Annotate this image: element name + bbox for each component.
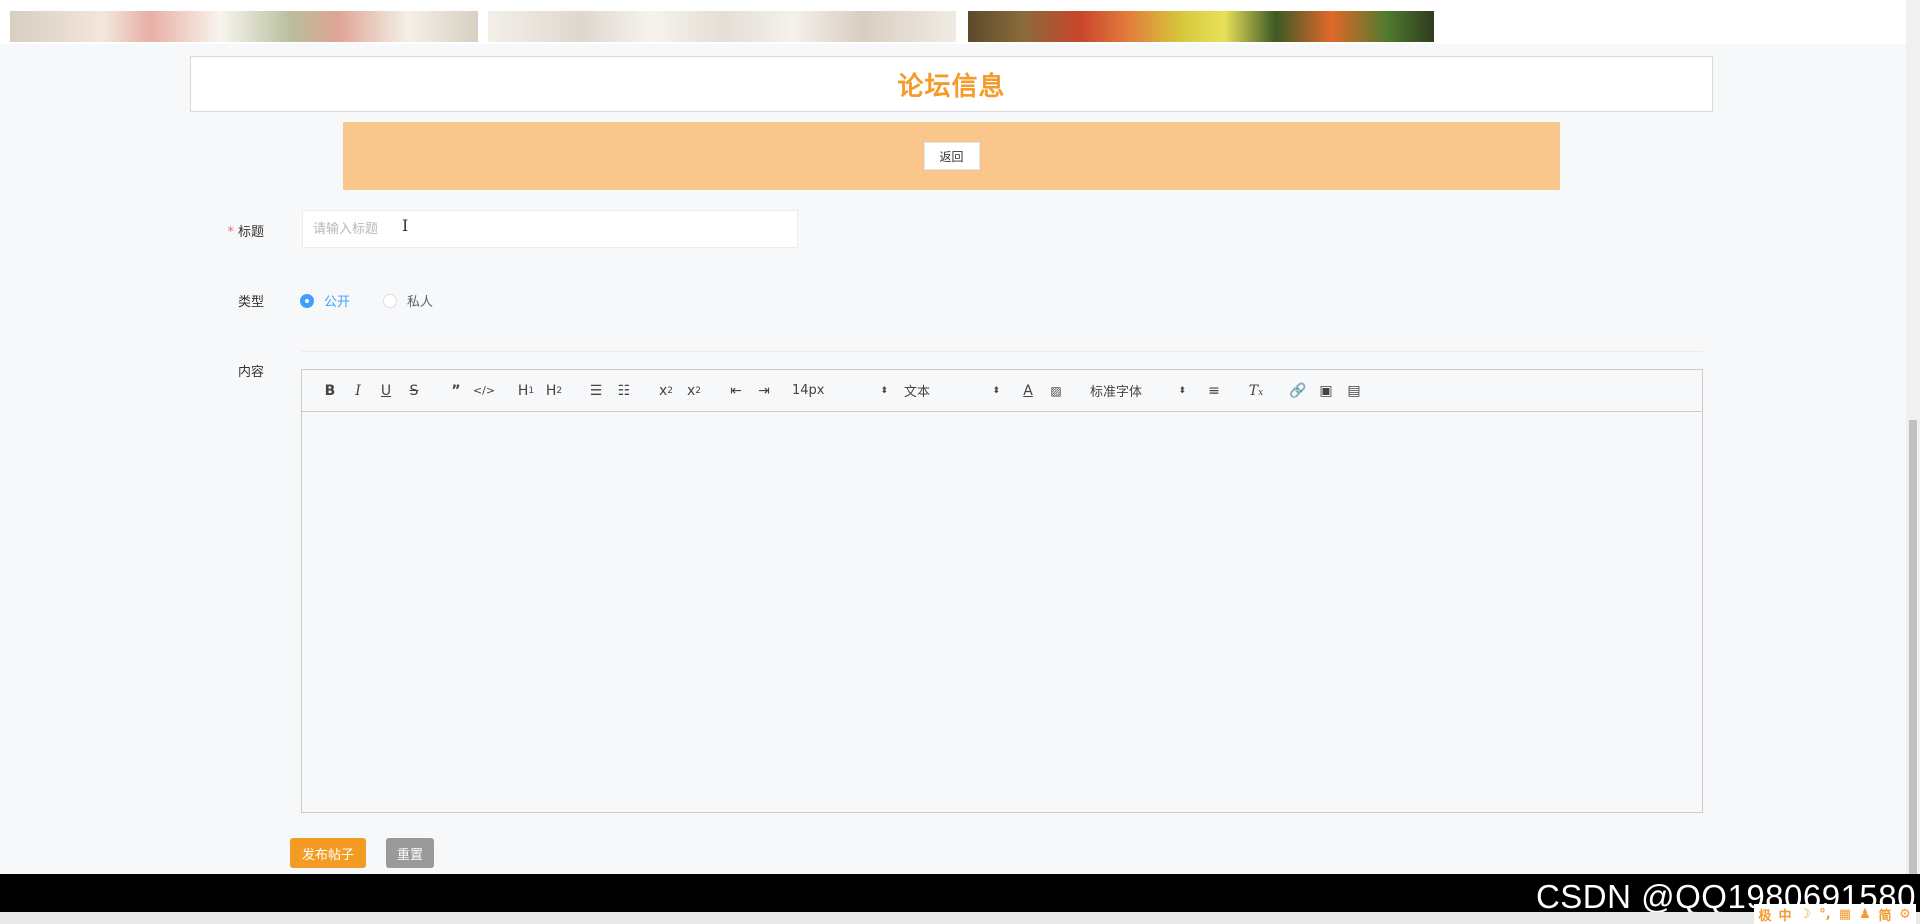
header-select-arrow-icon: ⬍ <box>992 385 1000 396</box>
outdent-icon[interactable]: ⇤ <box>722 379 750 403</box>
radio-private-dot[interactable] <box>383 293 397 308</box>
page-title: 论坛信息 <box>897 71 1006 102</box>
font-family-arrow-icon: ⬍ <box>1178 385 1186 396</box>
title-label-text: 标题 <box>237 225 264 240</box>
text-cursor-icon: I <box>402 216 409 235</box>
content-label: 内容 <box>237 365 264 380</box>
font-family-select[interactable]: 标准字体 ⬍ <box>1090 379 1186 403</box>
align-icon[interactable]: ≡ <box>1200 379 1228 403</box>
superscript-icon[interactable]: x2 <box>680 379 708 403</box>
header-select-value: 文本 <box>904 385 931 400</box>
required-marker: * <box>227 225 234 240</box>
bullet-list-icon[interactable]: ☷ <box>610 379 638 403</box>
radio-public[interactable]: 公开 <box>300 291 350 310</box>
ime-chinese-icon[interactable]: 中 <box>1776 905 1794 924</box>
title-label: * 标题 <box>200 221 264 240</box>
type-label: 类型 <box>237 295 264 310</box>
code-block-icon[interactable]: </> <box>470 379 498 403</box>
banner-strip <box>0 0 1906 44</box>
reset-button[interactable]: 重置 <box>386 838 434 868</box>
underline-icon[interactable]: U <box>372 379 400 403</box>
back-button[interactable]: 返回 <box>923 142 980 170</box>
font-size-select[interactable]: 14px ⬍ <box>792 379 888 403</box>
ime-punct-icon[interactable]: °, <box>1816 907 1834 922</box>
ime-keyboard-icon[interactable]: ▦ <box>1836 907 1854 922</box>
strike-icon[interactable]: S <box>400 379 428 403</box>
vertical-scrollbar[interactable] <box>1906 0 1920 874</box>
header-select[interactable]: 文本 ⬍ <box>904 379 1000 403</box>
radio-private-label: 私人 <box>407 295 434 310</box>
bold-icon[interactable]: B <box>316 379 344 403</box>
indent-icon[interactable]: ⇥ <box>750 379 778 403</box>
radio-private[interactable]: 私人 <box>383 291 433 310</box>
font-family-value: 标准字体 <box>1090 385 1143 400</box>
font-size-arrow-icon: ⬍ <box>880 385 888 396</box>
blockquote-icon[interactable]: ” <box>442 379 470 403</box>
ime-moon-icon[interactable]: ☽ <box>1796 907 1814 922</box>
title-box: 论坛信息 <box>190 56 1713 112</box>
banner-image-2 <box>488 11 956 42</box>
banner-image-3 <box>968 11 1434 42</box>
editor-divider <box>301 351 1703 352</box>
action-bar: 返回 <box>343 122 1560 190</box>
radio-public-dot[interactable] <box>300 293 314 308</box>
editor-content-area[interactable] <box>302 412 1702 812</box>
banner-image-1 <box>10 11 478 42</box>
title-input[interactable] <box>302 210 798 248</box>
ime-user-icon[interactable]: ♟ <box>1856 907 1874 922</box>
editor-toolbar: B I U S ” </> H1 H2 ☰ ☷ x2 x2 ⇤ ⇥ 14px ⬍ … <box>302 370 1702 412</box>
ime-logo-icon[interactable]: 极 <box>1756 905 1774 924</box>
publish-button[interactable]: 发布帖子 <box>290 838 366 868</box>
background-color-icon[interactable]: ▨ <box>1042 379 1070 403</box>
ime-simplified-icon[interactable]: 简 <box>1876 905 1894 924</box>
radio-public-label: 公开 <box>324 295 351 310</box>
clean-format-icon[interactable]: Tx <box>1242 379 1270 403</box>
ime-settings-icon[interactable]: ⚙ <box>1896 907 1914 922</box>
h2-icon[interactable]: H2 <box>540 379 568 403</box>
rich-text-editor: B I U S ” </> H1 H2 ☰ ☷ x2 x2 ⇤ ⇥ 14px ⬍ … <box>301 369 1703 813</box>
image-icon[interactable]: ▣ <box>1312 379 1340 403</box>
ime-toolbar: 极 中 ☽ °, ▦ ♟ 简 ⚙ <box>1754 904 1916 924</box>
video-icon[interactable]: ▤ <box>1340 379 1368 403</box>
scrollbar-thumb[interactable] <box>1909 420 1917 874</box>
horizontal-scrollbar[interactable] <box>0 912 1920 924</box>
font-size-value: 14px <box>792 383 825 398</box>
footer: CSDN @QQ1980691580 <box>0 874 1920 915</box>
h1-icon[interactable]: H1 <box>512 379 540 403</box>
subscript-icon[interactable]: x2 <box>652 379 680 403</box>
italic-icon[interactable]: I <box>344 379 372 403</box>
ordered-list-icon[interactable]: ☰ <box>582 379 610 403</box>
link-icon[interactable]: 🔗 <box>1284 379 1312 403</box>
font-color-icon[interactable]: A <box>1014 379 1042 403</box>
